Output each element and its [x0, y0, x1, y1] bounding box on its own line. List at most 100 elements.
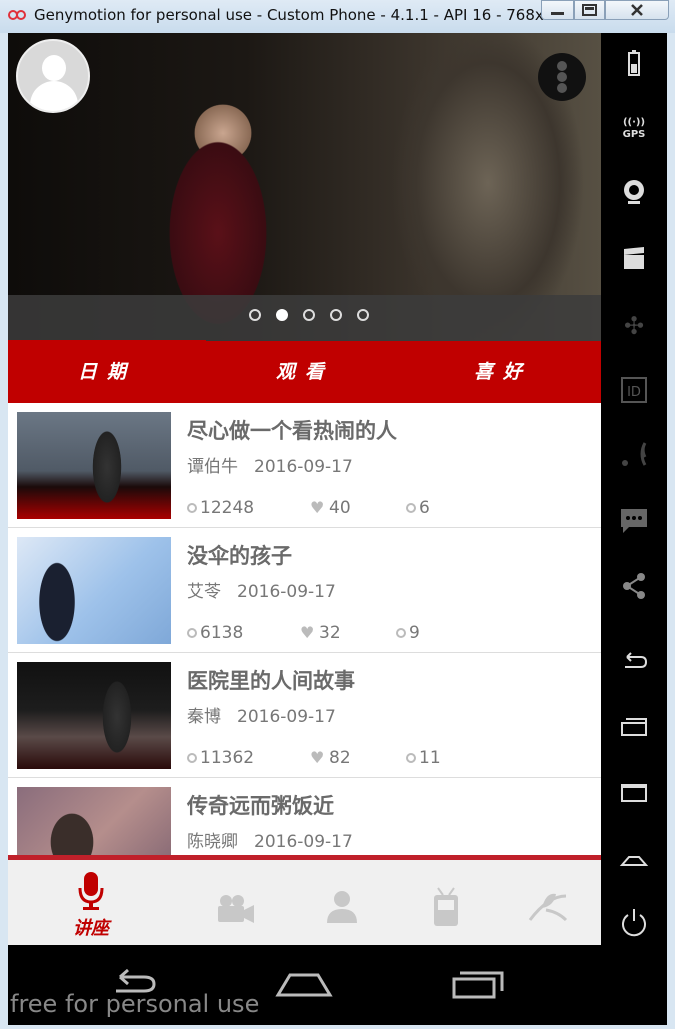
speaker-name: 谭伯牛 [187, 457, 238, 477]
tab-likes[interactable]: 喜好 [404, 341, 601, 403]
gps-icon[interactable]: ((·)) GPS [619, 117, 649, 147]
lecture-meta: 陈晓卿 2016-09-17 [187, 827, 353, 852]
overflow-menu-button[interactable] [538, 53, 586, 101]
carousel-dot[interactable] [357, 309, 369, 321]
dpad-icon[interactable]: ✣ [619, 311, 649, 341]
like-count: ♥ 40 [310, 498, 351, 518]
comment-count-value: 11 [419, 748, 441, 768]
list-item[interactable]: 传奇远而粥饭近 陈晓卿 2016-09-17 [8, 778, 601, 855]
person-icon [327, 891, 357, 923]
maximize-button[interactable] [574, 0, 605, 20]
carousel-indicator [8, 295, 601, 341]
avatar-body [30, 81, 78, 111]
lecture-title: 尽心做一个看热闹的人 [187, 419, 397, 443]
comment-count: 11 [406, 748, 441, 768]
comment-icon [396, 628, 406, 638]
list-item[interactable]: 没伞的孩子 艾苓 2016-09-17 6138 ♥ 32 9 [8, 528, 601, 653]
nav-home-icon[interactable] [274, 967, 334, 1001]
comment-count: 6 [406, 498, 430, 518]
eye-icon [187, 628, 197, 638]
app-screen: 日期 观看 喜好 尽心做一个看热闹的人 谭伯牛 2016-09-17 12248 … [8, 33, 601, 945]
lecture-title: 传奇远而粥饭近 [187, 794, 334, 818]
lecture-title: 医院里的人间故事 [187, 669, 355, 693]
leaf-icon [528, 893, 568, 922]
share-icon[interactable] [619, 571, 649, 601]
eye-icon [187, 503, 197, 513]
eye-icon [187, 753, 197, 763]
lecture-thumbnail [17, 662, 171, 769]
carousel-dot[interactable] [249, 309, 261, 321]
device-id-icon[interactable]: ID [619, 375, 649, 405]
comment-count-value: 6 [419, 498, 430, 518]
view-count: 11362 [187, 748, 254, 768]
carousel-dot[interactable] [330, 309, 342, 321]
menu-dot-icon [557, 83, 567, 93]
lecture-meta: 谭伯牛 2016-09-17 [187, 452, 353, 477]
cast-icon[interactable] [619, 439, 649, 469]
view-count-value: 11362 [200, 748, 255, 768]
menu-dot-icon [557, 61, 567, 71]
carousel-dot-active[interactable] [276, 309, 288, 321]
view-count: 12248 [187, 498, 254, 518]
nav-item-video[interactable] [176, 860, 294, 945]
webcam-icon[interactable] [619, 177, 649, 207]
lecture-thumbnail [17, 412, 171, 519]
like-count: ♥ 82 [310, 748, 351, 768]
capture-icon[interactable] [619, 243, 649, 273]
minimize-button[interactable] [541, 0, 574, 20]
nav-item-leaf[interactable] [488, 860, 601, 945]
maximize-icon [582, 4, 597, 16]
comment-count-value: 9 [409, 623, 420, 643]
list-item[interactable]: 尽心做一个看热闹的人 谭伯牛 2016-09-17 12248 ♥ 40 6 [8, 403, 601, 528]
close-icon [631, 4, 643, 16]
bottom-navigation: 讲座 [8, 860, 601, 945]
emulator-side-panel: ((·))GPS ✣ ID ••• [601, 33, 667, 1000]
nav-item-lecture[interactable]: 讲座 [32, 860, 150, 945]
lecture-date: 2016-09-17 [237, 582, 336, 602]
like-count-value: 40 [329, 498, 351, 518]
speaker-name: 艾苓 [187, 582, 221, 602]
nav-recent-icon[interactable] [448, 965, 508, 1001]
tab-views[interactable]: 观看 [206, 341, 404, 403]
tab-date[interactable]: 日期 [8, 341, 206, 403]
speaker-name: 秦博 [187, 707, 221, 727]
nav-item-lecture-label: 讲座 [73, 918, 109, 939]
menu-icon[interactable] [619, 777, 649, 807]
battery-icon[interactable] [619, 49, 649, 79]
view-count-value: 12248 [200, 498, 255, 518]
user-avatar[interactable] [16, 39, 90, 113]
window-titlebar: Genymotion for personal use - Custom Pho… [0, 0, 675, 33]
svg-text:ID: ID [627, 385, 641, 400]
menu-dot-icon [557, 72, 567, 82]
sms-icon[interactable] [619, 505, 649, 535]
video-camera-icon [218, 895, 254, 923]
like-count-value: 82 [329, 748, 351, 768]
comment-icon [406, 503, 416, 513]
list-item[interactable]: 医院里的人间故事 秦博 2016-09-17 11362 ♥ 82 11 [8, 653, 601, 778]
close-button[interactable] [605, 0, 669, 20]
banner-carousel[interactable] [8, 33, 601, 341]
back-icon[interactable] [619, 647, 649, 677]
heart-icon: ♥ [300, 623, 315, 642]
lecture-title: 没伞的孩子 [187, 544, 292, 568]
lecture-date: 2016-09-17 [254, 832, 353, 852]
watermark-text: free for personal use [10, 990, 260, 1018]
recent-apps-icon[interactable] [619, 711, 649, 741]
carousel-dot[interactable] [303, 309, 315, 321]
window-title: Genymotion for personal use - Custom Pho… [34, 6, 559, 24]
speaker-name: 陈晓卿 [187, 832, 238, 852]
home-icon[interactable] [619, 843, 649, 873]
nav-item-radio[interactable] [386, 860, 504, 945]
comment-icon [406, 753, 416, 763]
nav-item-profile[interactable] [281, 860, 399, 945]
comment-count: 9 [396, 623, 420, 643]
lecture-meta: 秦博 2016-09-17 [187, 702, 336, 727]
tab-bar: 日期 观看 喜好 [8, 341, 601, 403]
mic-icon [78, 872, 104, 910]
radio-icon [434, 887, 458, 926]
lecture-thumbnail [17, 537, 171, 644]
power-icon[interactable] [619, 907, 649, 937]
view-count: 6138 [187, 623, 243, 643]
lecture-thumbnail [17, 787, 171, 855]
like-count: ♥ 32 [300, 623, 341, 643]
